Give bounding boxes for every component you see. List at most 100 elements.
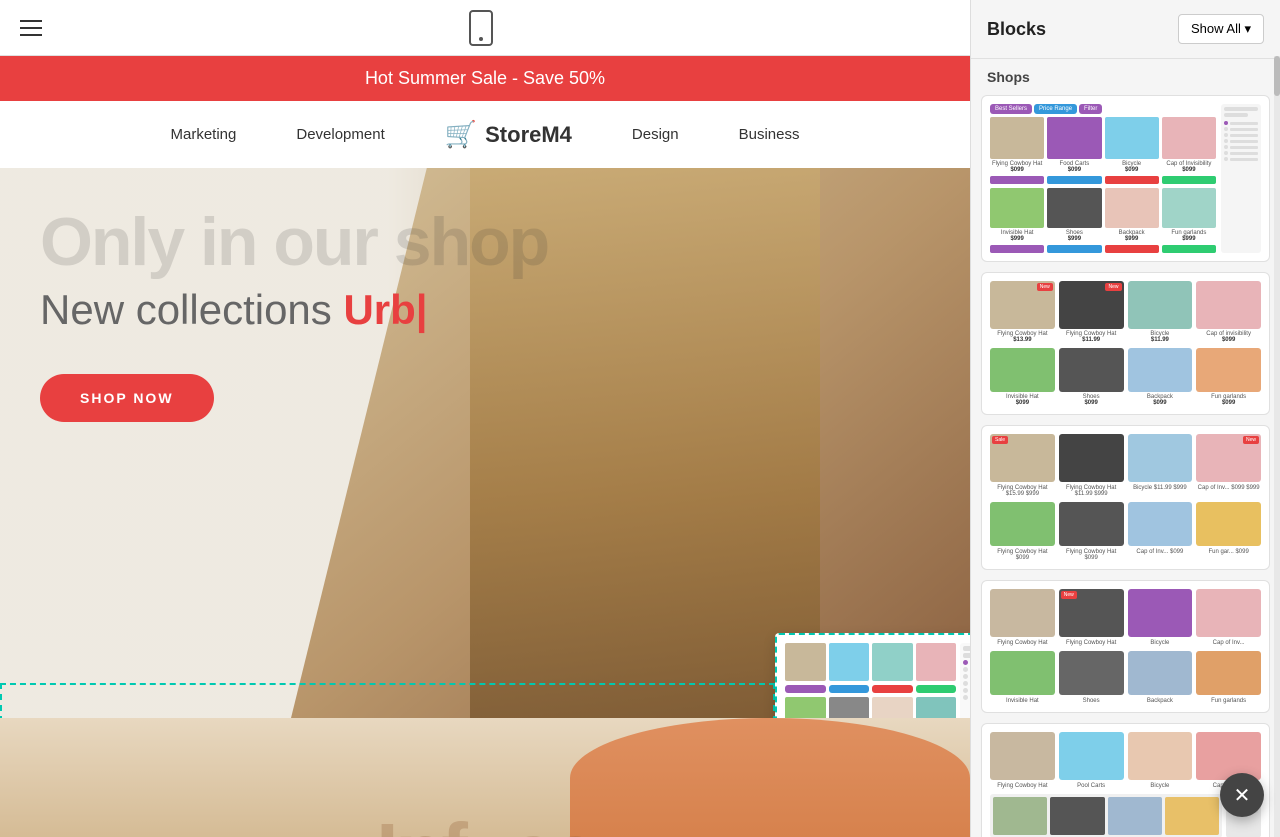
product-img — [1059, 502, 1124, 546]
site-logo: 🛒 StoreM4 — [445, 119, 572, 150]
panel-header: Blocks Show All ▾ — [971, 0, 1280, 59]
add-to-cart-btn — [990, 176, 1044, 184]
product-img — [1162, 188, 1216, 228]
product-img — [1196, 589, 1261, 637]
product-name: Bicycle — [1128, 640, 1193, 646]
badge-filter-toggle: Filter — [1079, 104, 1102, 114]
shop-block-card-2[interactable]: New New Flying Cowboy Hat Flying Cowboy … — [981, 272, 1270, 415]
product-img — [1128, 502, 1193, 546]
logo-cart-icon: 🛒 — [445, 119, 477, 150]
panel-scrollbar-thumb[interactable] — [1274, 56, 1280, 96]
nav-development[interactable]: Development — [296, 126, 384, 143]
product-price: $999 — [1162, 236, 1216, 242]
product-price: $099 — [990, 400, 1055, 406]
product-img — [1196, 651, 1261, 695]
editor-area: Hot Summer Sale - Save 50% Marketing Dev… — [0, 0, 970, 837]
product-img — [1047, 188, 1101, 228]
product-price: $099 — [990, 167, 1044, 173]
product-img — [990, 348, 1055, 392]
product-label: Bicycle $11.99 $999 — [1128, 485, 1193, 497]
shop-now-button[interactable]: SHOP NOW — [40, 374, 214, 422]
product-img — [1105, 188, 1159, 228]
fab-close-button[interactable]: ✕ — [1220, 773, 1264, 817]
nav-business[interactable]: Business — [739, 126, 800, 143]
product-img — [1165, 797, 1219, 835]
new-badge: New — [1037, 283, 1053, 291]
product-price: $11.99 — [1128, 337, 1193, 343]
add-to-cart-btn — [1047, 245, 1101, 253]
product-price: $099 — [1105, 167, 1159, 173]
product-img — [993, 797, 1047, 835]
product-label: Cap of Inv... $099 $999 — [1196, 485, 1261, 497]
nav-design[interactable]: Design — [632, 126, 679, 143]
product-name: Cap of Inv... — [1196, 640, 1261, 646]
new-badge: New — [1243, 436, 1259, 444]
product-price: $999 — [1047, 236, 1101, 242]
product-img — [1108, 797, 1162, 835]
product-img — [1047, 117, 1101, 159]
product-img — [990, 651, 1055, 695]
floating-preview-card — [775, 633, 970, 718]
product-label: Fun gar... $099 — [1196, 549, 1261, 561]
panel-title: Blocks — [987, 19, 1046, 40]
top-toolbar — [0, 0, 970, 56]
product-img — [990, 589, 1055, 637]
product-label: Flying Cowboy Hat $099 — [990, 549, 1055, 561]
hero-subtitle: New collections Urb| — [40, 286, 548, 334]
product-img — [1128, 589, 1193, 637]
shop-block-card-4[interactable]: New Flying Cowboy Hat Flying Cowboy Hat … — [981, 580, 1270, 713]
hero-bottom-section: Infuse — [0, 718, 970, 837]
badge-bestsellers: Best Sellers — [990, 104, 1032, 114]
product-label: Flying Cowboy Hat $099 — [1059, 549, 1124, 561]
website-preview: Hot Summer Sale - Save 50% Marketing Dev… — [0, 56, 970, 837]
product-img — [1196, 281, 1261, 329]
product-img — [1196, 348, 1261, 392]
shop-block-card-3[interactable]: Sale New Flying Cowboy Hat $15.99 $999 F… — [981, 425, 1270, 570]
product-img — [1059, 732, 1124, 780]
show-all-button[interactable]: Show All ▾ — [1178, 14, 1264, 44]
product-label: Cap of Inv... $099 — [1128, 549, 1193, 561]
panel-scroll-area[interactable]: Best Sellers Price Range Filter Flying C… — [971, 91, 1280, 837]
add-to-cart-btn — [1105, 176, 1159, 184]
add-to-cart-btn — [1162, 245, 1216, 253]
product-img — [990, 188, 1044, 228]
panel-scrollbar[interactable] — [1274, 56, 1280, 837]
hero-section: Only in our shop New collections Urb| SH… — [0, 168, 970, 718]
product-price: $11.99 — [1059, 337, 1124, 343]
new-badge: New — [1105, 283, 1121, 291]
product-img — [1059, 434, 1124, 482]
right-panel: Blocks Show All ▾ Shops Best Sellers Pri… — [970, 0, 1280, 837]
badge-price-range: Price Range — [1034, 104, 1077, 114]
promo-text: Hot Summer Sale - Save 50% — [365, 68, 605, 88]
add-to-cart-btn — [990, 245, 1044, 253]
sale-badge: Sale — [992, 436, 1008, 444]
bottom-person — [570, 718, 970, 837]
product-img — [1196, 732, 1261, 780]
product-name: Bicycle — [1128, 783, 1193, 789]
product-img — [1128, 348, 1193, 392]
mobile-preview-button[interactable] — [469, 10, 493, 46]
product-img — [1059, 651, 1124, 695]
hero-accent-text: Urb| — [343, 286, 427, 333]
add-to-cart-btn — [1047, 176, 1101, 184]
promo-banner: Hot Summer Sale - Save 50% — [0, 56, 970, 101]
product-name: Backpack — [1128, 698, 1193, 704]
close-icon: ✕ — [1234, 783, 1251, 808]
product-name: Fun garlands — [1196, 698, 1261, 704]
product-img — [990, 117, 1044, 159]
hamburger-menu-button[interactable] — [20, 20, 42, 36]
product-label: Flying Cowboy Hat $15.99 $999 — [990, 485, 1055, 497]
product-img — [1196, 502, 1261, 546]
product-img — [1128, 732, 1193, 780]
product-price: $099 — [1047, 167, 1101, 173]
nav-marketing[interactable]: Marketing — [171, 126, 237, 143]
product-name: Pool Carts — [1059, 783, 1124, 789]
product-label: Flying Cowboy Hat $11.99 $999 — [1059, 485, 1124, 497]
panel-section-title: Shops — [971, 59, 1280, 91]
hero-subtitle-text: New collections — [40, 286, 343, 333]
product-price: $999 — [990, 236, 1044, 242]
product-img — [990, 732, 1055, 780]
product-price: $099 — [1128, 400, 1193, 406]
shop-block-card-1[interactable]: Best Sellers Price Range Filter Flying C… — [981, 95, 1270, 262]
product-name: Flying Cowboy Hat — [1059, 640, 1124, 646]
